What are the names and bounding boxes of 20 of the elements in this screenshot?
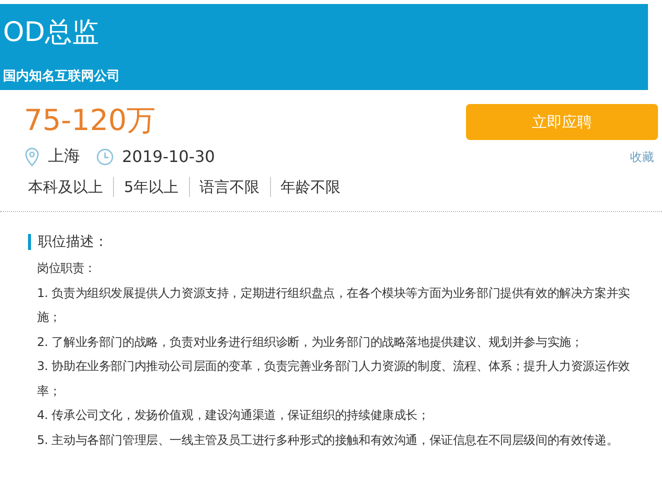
subheading: 岗位职责： [37,260,98,277]
location-pin-icon [24,146,40,166]
job-title: OD总监 [3,16,100,50]
duty-item: 5. 主动与各部门管理层、一线主管及员工进行多种形式的接触和有效沟通，保证信息在不同层级间的有效传递。 [37,432,620,448]
post-date: 2019-10-30 [122,147,215,166]
location: 上海 [48,146,80,167]
company-name: 国内知名互联网公司 [3,68,121,85]
salary: 75-120万 [24,102,157,138]
clock-icon [96,148,114,166]
duty-item: 4. 传承公司文化，发扬价值观，建设沟通渠道，保证组织的持续健康成长； [37,407,430,424]
duty-item: 2. 了解业务部门的战略，负责对业务进行组织诊断，为业务部门的战略落地提供建议、规划并参与实施； [37,334,584,350]
requirement-tag: 语言不限 [200,178,260,196]
favorite-link[interactable]: 收藏 [630,149,654,166]
requirement-tag: 5年以上 [124,178,179,196]
duty-item: 1. 负责为组织发展提供人力资源支持，定期进行组织盘点，在各个模块等方面为业务部门提供有效的解决方案并实施； [37,284,631,326]
requirement-tag: 年龄不限 [280,178,341,196]
section-heading: 职位描述： [28,234,662,250]
apply-button[interactable]: 立即应聘 [466,104,658,140]
requirement-tag: 本科及以上 [28,178,103,196]
duty-item: 3. 协助在业务部门内推动公司层面的变革，负责完善业务部门人力资源的制度、流程、体系；提升人力资源运作效率； [37,358,631,400]
